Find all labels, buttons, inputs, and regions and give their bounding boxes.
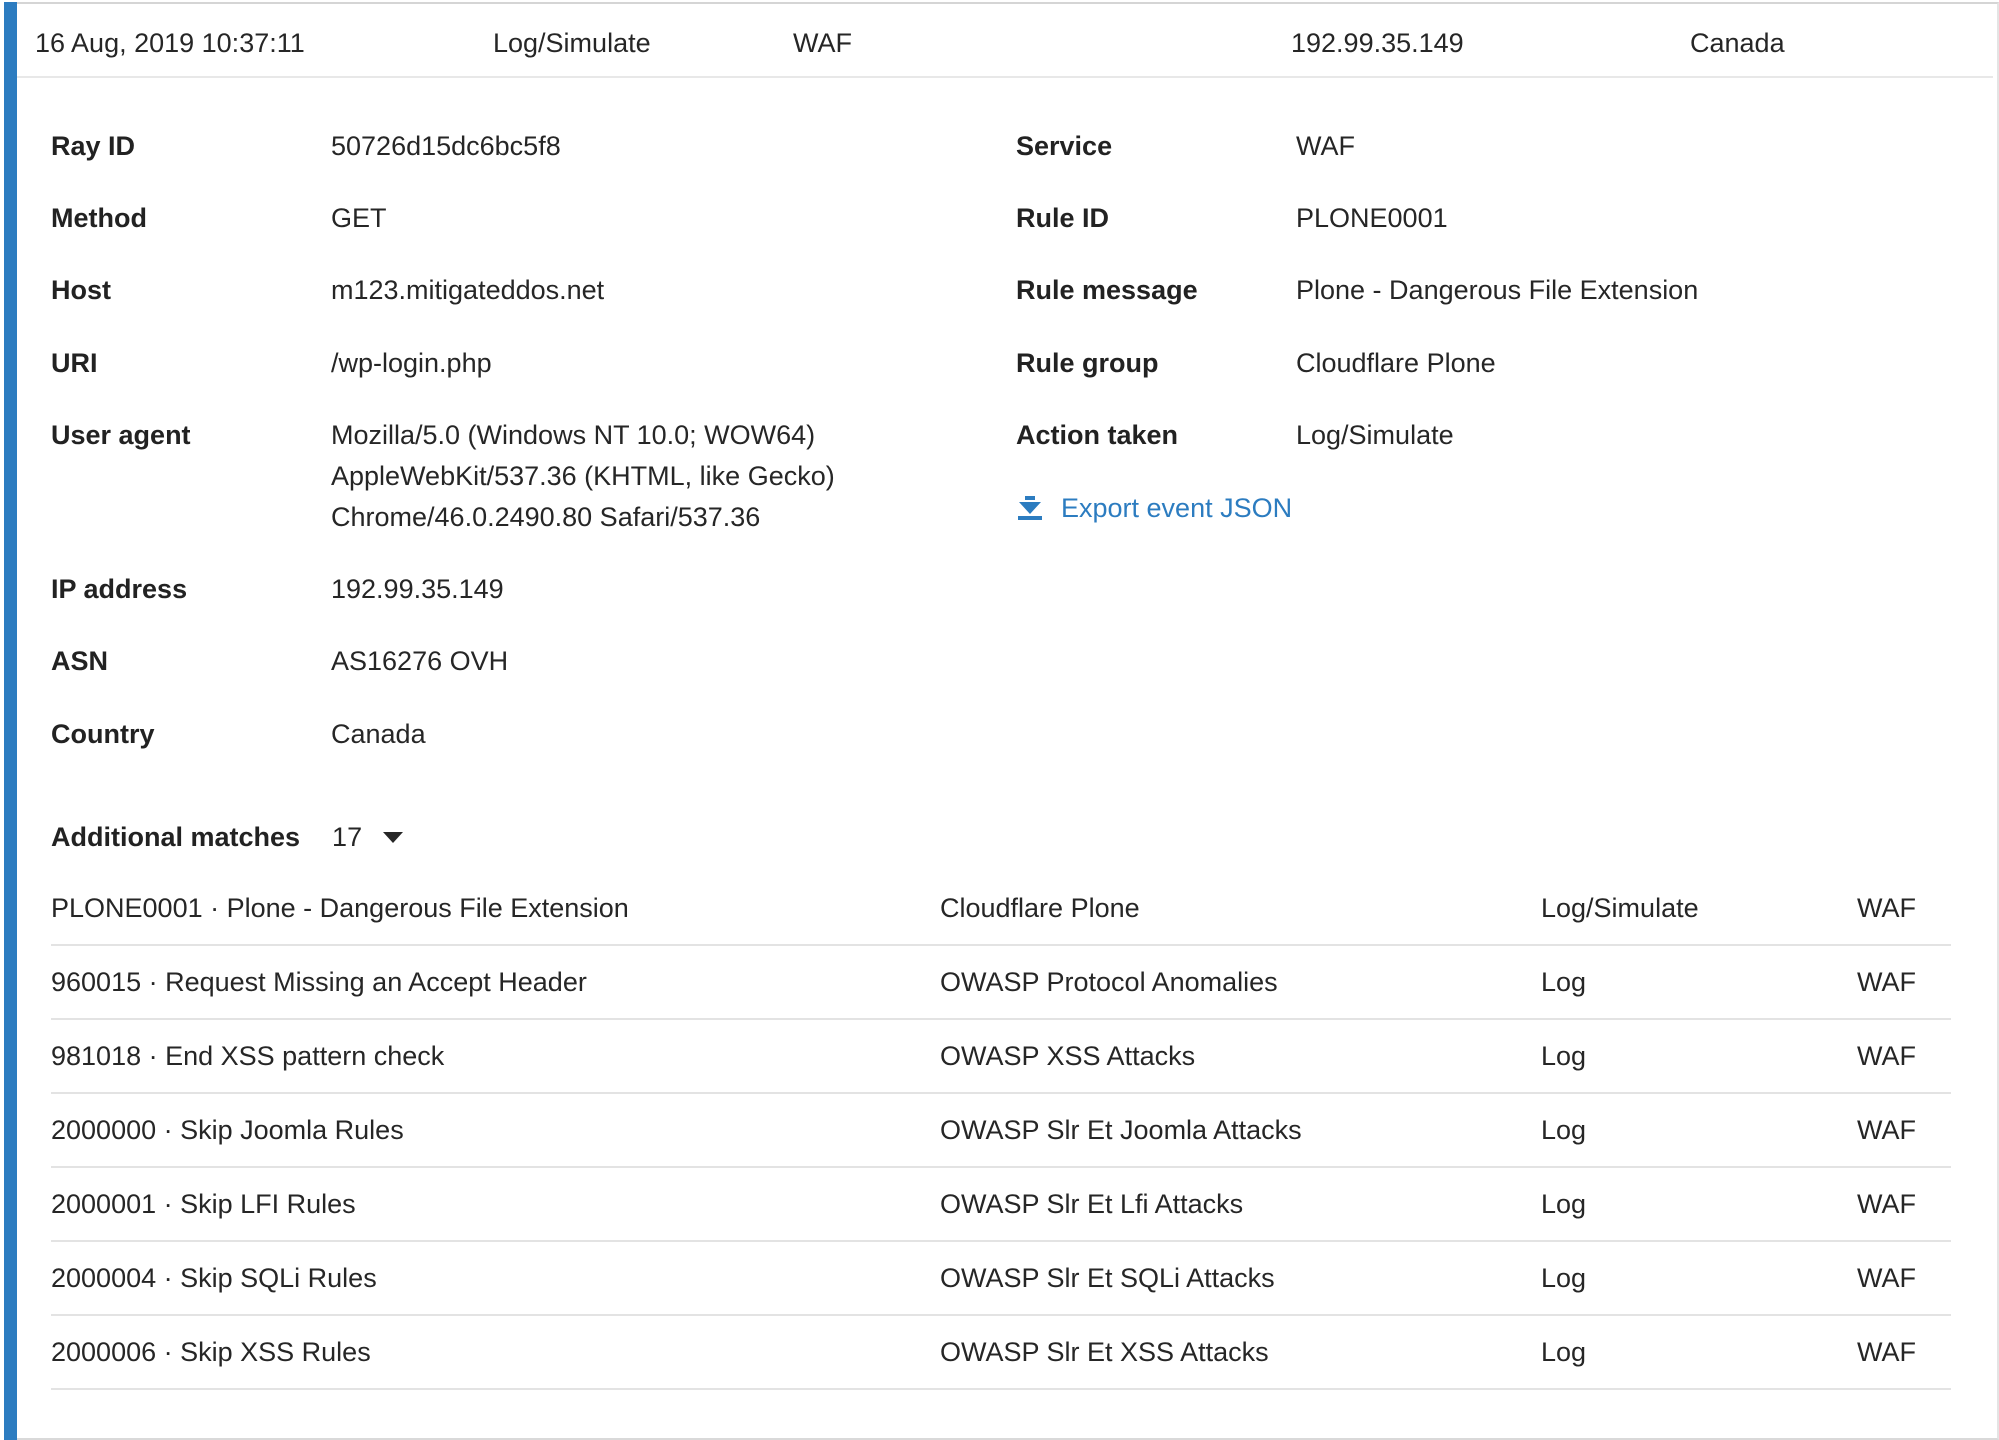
user-agent-label: User agent (51, 420, 191, 450)
additional-matches-title: Additional matches (51, 821, 301, 852)
match-rule: 981018 · End XSS pattern check (51, 1041, 445, 1071)
ray-id-value: 50726d15dc6bc5f8 (331, 131, 561, 161)
match-action: Log/Simulate (1541, 893, 1699, 923)
selected-accent-bar (4, 2, 17, 1440)
asn-value: AS16276 OVH (331, 646, 509, 676)
match-group: OWASP Protocol Anomalies (940, 967, 1278, 997)
match-service: WAF (1857, 1189, 1916, 1219)
match-service: WAF (1857, 1115, 1916, 1145)
country-label: Country (51, 719, 155, 749)
table-row: PLONE0001 · Plone - Dangerous File Exten… (51, 872, 1951, 946)
event-summary-row[interactable]: 16 Aug, 2019 10:37:11 Log/Simulate WAF 1… (17, 4, 1993, 78)
match-service: WAF (1857, 967, 1916, 997)
country-value: Canada (331, 719, 426, 749)
ip-address-value: 192.99.35.149 (331, 574, 504, 604)
rule-message-value: Plone - Dangerous File Extension (1296, 275, 1699, 305)
match-rule: 960015 · Request Missing an Accept Heade… (51, 967, 587, 997)
host-value: m123.mitigateddos.net (331, 275, 605, 305)
action-taken-label: Action taken (1016, 420, 1179, 450)
match-rule: PLONE0001 · Plone - Dangerous File Exten… (51, 893, 629, 923)
method-label: Method (51, 203, 147, 233)
table-row: 2000004 · Skip SQLi Rules OWASP Slr Et S… (51, 1242, 1951, 1316)
method-value: GET (331, 203, 387, 233)
asn-label: ASN (51, 646, 109, 676)
summary-datetime: 16 Aug, 2019 10:37:11 (35, 28, 305, 58)
additional-matches-count: 17 (332, 821, 363, 852)
host-label: Host (51, 275, 111, 305)
match-group: OWASP Slr Et SQLi Attacks (940, 1263, 1275, 1293)
summary-country: Canada (1690, 28, 1785, 58)
match-action: Log (1541, 967, 1587, 997)
uri-value: /wp-login.php (331, 348, 492, 378)
match-group: OWASP Slr Et XSS Attacks (940, 1337, 1269, 1367)
match-group: Cloudflare Plone (940, 893, 1140, 923)
table-row: 2000001 · Skip LFI Rules OWASP Slr Et Lf… (51, 1168, 1951, 1242)
rule-group-label: Rule group (1016, 348, 1159, 378)
match-service: WAF (1857, 1263, 1916, 1293)
match-action: Log (1541, 1263, 1587, 1293)
table-row: 960015 · Request Missing an Accept Heade… (51, 946, 1951, 1020)
match-service: WAF (1857, 1337, 1916, 1367)
match-service: WAF (1857, 1041, 1916, 1071)
chevron-down-icon[interactable] (382, 830, 404, 844)
summary-ip: 192.99.35.149 (1291, 28, 1464, 58)
match-group: OWASP Slr Et Lfi Attacks (940, 1189, 1244, 1219)
download-arrow-icon (1015, 493, 1045, 523)
summary-service: WAF (793, 28, 852, 58)
summary-action: Log/Simulate (493, 28, 651, 58)
rule-group-value: Cloudflare Plone (1296, 348, 1496, 378)
action-taken-value: Log/Simulate (1296, 420, 1454, 450)
table-row: 2000006 · Skip XSS Rules OWASP Slr Et XS… (51, 1316, 1951, 1390)
ip-address-label: IP address (51, 574, 188, 604)
export-event-json-label: Export event JSON (1061, 492, 1293, 523)
match-service: WAF (1857, 893, 1916, 923)
match-rule: 2000001 · Skip LFI Rules (51, 1189, 356, 1219)
rule-id-value: PLONE0001 (1296, 203, 1448, 233)
match-group: OWASP XSS Attacks (940, 1041, 1196, 1071)
rule-message-label: Rule message (1016, 275, 1198, 305)
match-action: Log (1541, 1337, 1587, 1367)
match-rule: 2000006 · Skip XSS Rules (51, 1337, 371, 1367)
firewall-event-page: 16 Aug, 2019 10:37:11 Log/Simulate WAF 1… (0, 0, 1999, 1440)
match-action: Log (1541, 1041, 1587, 1071)
additional-matches-header: Additional matches 17 (51, 815, 404, 859)
table-row: 2000000 · Skip Joomla Rules OWASP Slr Et… (51, 1094, 1951, 1168)
match-action: Log (1541, 1115, 1587, 1145)
match-rule: 2000000 · Skip Joomla Rules (51, 1115, 404, 1145)
ray-id-label: Ray ID (51, 131, 136, 161)
service-label: Service (1016, 131, 1113, 161)
match-rule: 2000004 · Skip SQLi Rules (51, 1263, 377, 1293)
rule-id-label: Rule ID (1016, 203, 1110, 233)
user-agent-value: Mozilla/5.0 (Windows NT 10.0; WOW64) App… (331, 420, 835, 532)
export-event-json-link[interactable]: Export event JSON (1015, 486, 1292, 530)
additional-matches-table: PLONE0001 · Plone - Dangerous File Exten… (51, 872, 1951, 1390)
table-row: 981018 · End XSS pattern check OWASP XSS… (51, 1020, 1951, 1094)
match-group: OWASP Slr Et Joomla Attacks (940, 1115, 1302, 1145)
match-action: Log (1541, 1189, 1587, 1219)
uri-label: URI (51, 348, 98, 378)
service-value: WAF (1296, 131, 1355, 161)
